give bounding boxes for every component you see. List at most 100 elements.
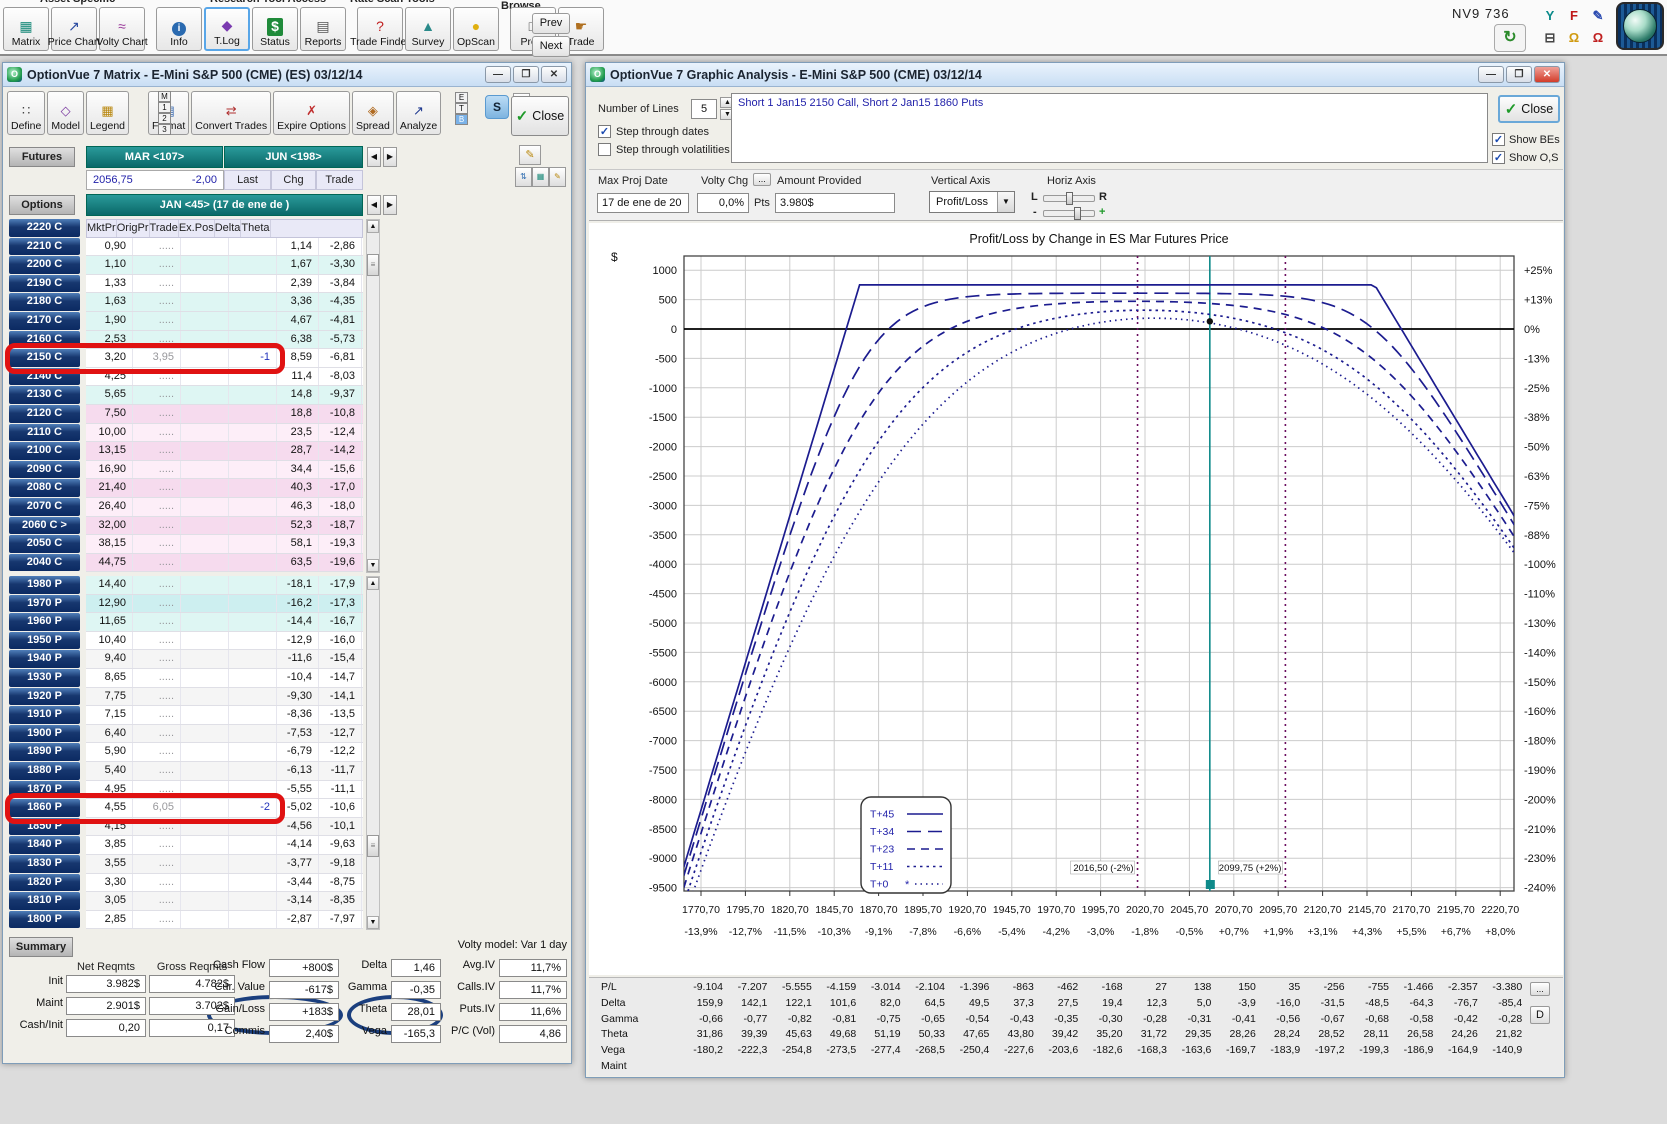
mktpr-cell[interactable]: 2,85 [86,911,133,929]
expos-cell[interactable] [229,855,277,873]
option-row[interactable]: 1,90 ..... 4,67 -4,81 [86,312,363,331]
strike-label[interactable]: 1950 P [9,632,80,650]
matrix-close-button[interactable]: ✓ Close [511,96,569,136]
strike-label[interactable]: 1880 P [9,762,80,780]
option-row[interactable]: 0,90 ..... 1,14 -2,86 [86,238,363,257]
strike-label[interactable]: 1870 P [9,781,80,799]
mktpr-cell[interactable]: 26,40 [86,498,133,516]
option-row[interactable]: 44,75 ..... 63,5 -19,6 [86,554,363,573]
mktpr-cell[interactable]: 11,65 [86,613,133,631]
mktpr-cell[interactable]: 5,90 [86,743,133,761]
origpr-cell[interactable]: ..... [133,892,181,910]
expos-cell[interactable] [229,706,277,724]
expos-cell[interactable] [229,911,277,929]
futures-quote-cell[interactable]: 2056,75 -2,00 [86,170,224,190]
strike-label[interactable]: 2060 C > [9,517,80,535]
trade-cell[interactable] [181,498,229,516]
trade-cell[interactable] [181,293,229,311]
trade-cell[interactable] [181,517,229,535]
expos-cell[interactable] [229,892,277,910]
strike-label[interactable]: 1800 P [9,911,80,929]
trade-cell[interactable] [181,312,229,330]
stack-button-3[interactable]: 3 [158,124,171,135]
mktpr-cell[interactable]: 38,15 [86,535,133,553]
mktpr-cell[interactable]: 32,00 [86,517,133,535]
strike-label[interactable]: 2210 C [9,238,80,256]
options-expiry-tab[interactable]: JAN <45> (17 de ene de ) [86,194,363,216]
expos-cell[interactable] [229,688,277,706]
scroll-down-icon[interactable]: ▼ [367,916,379,929]
origpr-cell[interactable]: ..... [133,781,181,799]
trade-cell[interactable] [181,818,229,836]
expos-cell[interactable] [229,479,277,497]
maximize-button[interactable]: ❐ [1506,66,1532,83]
option-row[interactable]: 5,65 ..... 14,8 -9,37 [86,386,363,405]
expire-options-button[interactable]: ✗Expire Options [273,91,350,135]
option-row[interactable]: 4,95 ..... -5,55 -11,1 [86,781,363,800]
minimize-button[interactable]: — [1478,66,1504,83]
stack-button-b[interactable]: B [455,114,468,125]
expos-cell[interactable] [229,535,277,553]
calls-scrollbar[interactable]: ▲ ≡ ▼ [366,219,380,573]
mktpr-cell[interactable]: 5,40 [86,762,133,780]
origpr-cell[interactable]: ..... [133,725,181,743]
chart-pencil-icon[interactable]: ✎ [519,145,541,165]
option-row[interactable]: 3,05 ..... -3,14 -8,35 [86,892,363,911]
mktpr-cell[interactable]: 3,05 [86,892,133,910]
convert-trades-button[interactable]: ⇄Convert Trades [191,91,271,135]
trade-cell[interactable] [181,386,229,404]
max-proj-date-input[interactable]: 17 de ene de 20 [597,193,689,213]
minimize-button[interactable]: — [485,66,511,83]
origpr-cell[interactable]: ..... [133,762,181,780]
status-button[interactable]: $Status [252,7,298,51]
trade-cell[interactable] [181,479,229,497]
mktpr-cell[interactable]: 21,40 [86,479,133,497]
expos-cell[interactable] [229,781,277,799]
origpr-cell[interactable]: ..... [133,911,181,929]
mktpr-cell[interactable]: 0,90 [86,238,133,256]
strike-label[interactable]: 2150 C [9,349,80,367]
option-row[interactable]: 8,65 ..... -10,4 -14,7 [86,669,363,688]
option-row[interactable]: 26,40 ..... 46,3 -18,0 [86,498,363,517]
mktpr-cell[interactable]: 4,15 [86,818,133,836]
reports-button[interactable]: ▤Reports [300,7,346,51]
strike-label[interactable]: 1910 P [9,706,80,724]
volty-more-button[interactable]: ... [753,173,771,186]
info-button[interactable]: iInfo [156,7,202,51]
strike-label[interactable]: 1850 P [9,818,80,836]
column-header[interactable]: Theta [241,220,270,237]
expos-cell[interactable] [229,632,277,650]
step-dates-checkbox[interactable]: ✓ [598,125,611,138]
option-row[interactable]: 6,40 ..... -7,53 -12,7 [86,725,363,744]
origpr-cell[interactable]: ..... [133,424,181,442]
futures-tab-jun[interactable]: JUN <198> [224,146,363,168]
trade-cell[interactable] [181,743,229,761]
strike-label[interactable]: 2200 C [9,256,80,274]
number-of-lines-input[interactable]: 5 [691,99,717,119]
expos-cell[interactable] [229,517,277,535]
scroll-up-icon[interactable]: ▲ [367,577,379,590]
option-row[interactable]: 5,40 ..... -6,13 -11,7 [86,762,363,781]
mktpr-cell[interactable]: 3,30 [86,874,133,892]
mktpr-cell[interactable]: 1,10 [86,256,133,274]
trade-cell[interactable] [181,368,229,386]
trade-cell[interactable] [181,405,229,423]
expos-cell[interactable]: -1 [229,349,277,367]
mktpr-cell[interactable]: 13,15 [86,442,133,460]
scroll-up-icon[interactable]: ▲ [367,220,379,233]
column-header[interactable]: Ex.Pos [179,220,215,237]
volty-chart-button[interactable]: ≈Volty Chart [99,7,145,51]
matrix-button[interactable]: ▦Matrix [3,7,49,51]
strike-label[interactable]: 2140 C [9,368,80,386]
strike-label[interactable]: 2070 C [9,498,80,516]
expos-cell[interactable] [229,238,277,256]
step-volty-checkbox[interactable] [598,143,611,156]
t-log-button[interactable]: ◆T.Log [204,7,250,51]
strike-label[interactable]: 1860 P [9,799,80,817]
spread-button[interactable]: ◈Spread [352,91,394,135]
column-header[interactable]: Trade [150,220,179,237]
option-row[interactable]: 2,85 ..... -2,87 -7,97 [86,911,363,930]
expos-cell[interactable] [229,725,277,743]
define-button[interactable]: ∷Define [7,91,45,135]
column-header[interactable]: Delta [215,220,242,237]
